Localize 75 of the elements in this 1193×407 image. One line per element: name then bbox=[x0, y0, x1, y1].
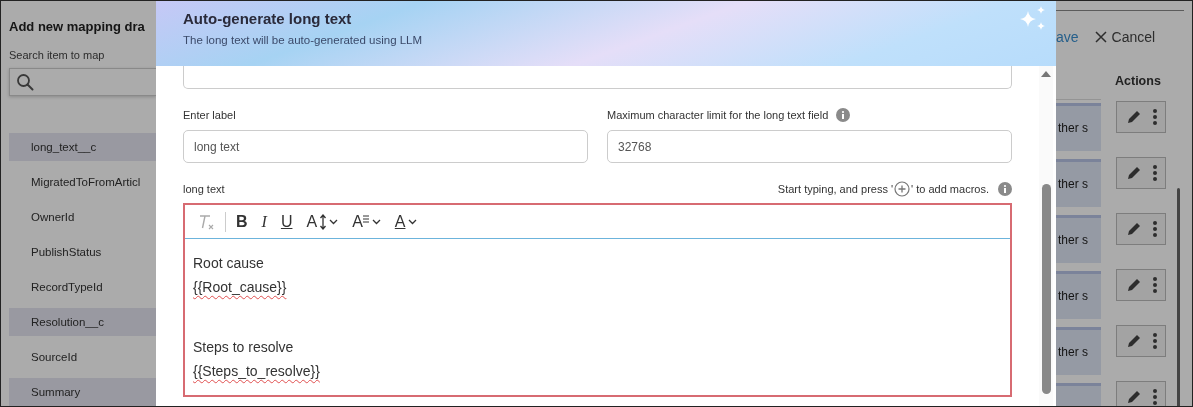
caret-icon bbox=[329, 218, 339, 225]
info-icon bbox=[998, 182, 1012, 196]
pencil-icon bbox=[1125, 276, 1143, 294]
spacing-button[interactable]: A bbox=[346, 209, 387, 234]
mapping-item[interactable]: RecordTypeId bbox=[9, 273, 156, 301]
color-button[interactable]: A bbox=[388, 209, 424, 234]
table-cell: ther s bbox=[1056, 159, 1101, 207]
rich-text-editor[interactable]: B I U A A A Root cause {{Root_cause}} Steps to resolve {{Steps_to_resolve}} bbox=[183, 203, 1012, 397]
column-header: Actions bbox=[1115, 74, 1161, 88]
kebab-icon bbox=[1153, 332, 1157, 350]
kebab-icon bbox=[1153, 388, 1157, 406]
editor-text: Steps to resolve bbox=[193, 338, 295, 357]
kebab-icon bbox=[1153, 220, 1157, 238]
clear-format-icon bbox=[197, 212, 215, 231]
pencil-icon bbox=[1125, 108, 1143, 126]
table-cell: ther s bbox=[1056, 103, 1101, 151]
more-button[interactable] bbox=[1153, 276, 1157, 294]
input-field[interactable]: 32768 bbox=[607, 130, 1012, 163]
hint-text: ' to add macros. bbox=[911, 183, 989, 195]
scrollbar-thumb[interactable] bbox=[1041, 184, 1051, 394]
mapping-item[interactable]: Resolution__c bbox=[9, 308, 156, 336]
table-cell: ther s bbox=[1056, 327, 1101, 375]
mapping-item[interactable]: OwnerId bbox=[9, 203, 156, 231]
edit-button[interactable] bbox=[1125, 332, 1143, 350]
editor-text: Root cause bbox=[193, 254, 265, 273]
mapping-item[interactable]: Summary bbox=[9, 378, 156, 406]
panel-title: Add new mapping dra bbox=[9, 19, 146, 34]
text-field[interactable] bbox=[183, 66, 1012, 89]
more-button[interactable] bbox=[1153, 108, 1157, 126]
bold-button[interactable]: B bbox=[230, 209, 254, 234]
scroll-up-icon bbox=[1041, 71, 1051, 77]
dialog-title: Auto-generate long text bbox=[183, 10, 353, 27]
edit-button[interactable] bbox=[1125, 164, 1143, 182]
underline-button[interactable]: U bbox=[274, 209, 299, 234]
caret-icon bbox=[408, 218, 418, 225]
macro-text: {{Steps_to_resolve}} bbox=[193, 362, 321, 381]
lines-icon bbox=[362, 214, 369, 223]
more-button[interactable] bbox=[1153, 164, 1157, 182]
edit-button[interactable] bbox=[1125, 108, 1143, 126]
search-field[interactable] bbox=[9, 68, 156, 96]
mapping-item[interactable]: SourceId bbox=[9, 343, 156, 371]
pencil-icon bbox=[1125, 332, 1143, 350]
cancel-button[interactable]: Cancel bbox=[1094, 29, 1156, 45]
italic-button[interactable]: I bbox=[255, 209, 273, 234]
caret-icon bbox=[371, 218, 381, 225]
field-label: long text bbox=[183, 183, 225, 195]
kebab-icon bbox=[1153, 276, 1157, 294]
search-label: Search item to map bbox=[9, 49, 106, 61]
up-down-arrow-icon bbox=[320, 213, 327, 230]
table-cell: ther s bbox=[1056, 271, 1101, 319]
size-button[interactable]: A bbox=[300, 209, 345, 234]
dialog-subtitle: The long text will be auto-generated using LLM bbox=[183, 34, 423, 46]
pencil-icon bbox=[1125, 388, 1143, 406]
edit-button[interactable] bbox=[1125, 276, 1143, 294]
pencil-icon bbox=[1125, 164, 1143, 182]
hint-text: Start typing, and press ' bbox=[777, 183, 894, 195]
more-button[interactable] bbox=[1153, 388, 1157, 406]
kebab-icon bbox=[1153, 164, 1157, 182]
mapping-item[interactable]: PublishStatus bbox=[9, 238, 156, 266]
input-field[interactable]: long text bbox=[183, 130, 588, 163]
mapping-item[interactable]: long_text__c bbox=[9, 133, 156, 161]
pencil-icon bbox=[1125, 220, 1143, 238]
table-cell: ther s bbox=[1056, 215, 1101, 263]
plus-circle-icon bbox=[894, 181, 911, 197]
search-icon bbox=[16, 73, 34, 91]
edit-button[interactable] bbox=[1125, 220, 1143, 238]
mapping-item[interactable]: MigratedToFromArticl bbox=[9, 168, 156, 196]
more-button[interactable] bbox=[1153, 332, 1157, 350]
macro-text: {{Root_cause}} bbox=[193, 278, 288, 297]
scrollbar[interactable] bbox=[1177, 188, 1180, 406]
close-icon bbox=[1094, 31, 1107, 43]
field-label: Enter label bbox=[183, 109, 236, 121]
more-button[interactable] bbox=[1153, 220, 1157, 238]
field-label: Maximum character limit for the long text field bbox=[607, 109, 829, 121]
kebab-icon bbox=[1153, 108, 1157, 126]
